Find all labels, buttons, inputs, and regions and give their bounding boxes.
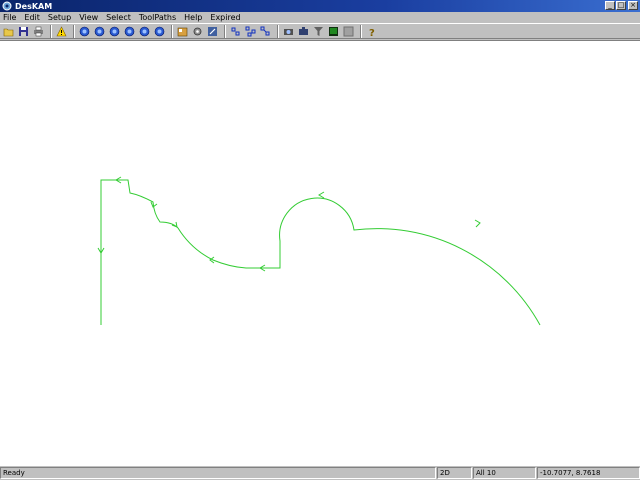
menu-select[interactable]: Select bbox=[102, 12, 135, 23]
status-bar: Ready 2D All 10 -10.7077, 8.7618 bbox=[0, 466, 640, 480]
status-message: Ready bbox=[0, 467, 436, 479]
close-button[interactable]: × bbox=[628, 1, 638, 10]
title-bar[interactable]: DesKAM _ □ × bbox=[0, 0, 640, 12]
toolbar-separator bbox=[73, 24, 75, 38]
help-icon[interactable]: ? bbox=[365, 25, 378, 38]
menu-setup[interactable]: Setup bbox=[44, 12, 75, 23]
menu-expired[interactable]: Expired bbox=[206, 12, 244, 23]
toolpath-contour[interactable] bbox=[100, 179, 541, 326]
toolbar-separator bbox=[360, 24, 362, 38]
zoom-prev-icon[interactable] bbox=[138, 25, 151, 38]
zoom-out-icon[interactable] bbox=[93, 25, 106, 38]
status-coordinates: -10.7077, 8.7618 bbox=[537, 467, 640, 479]
toolbar: ? bbox=[0, 23, 640, 39]
select-point-icon[interactable] bbox=[229, 25, 242, 38]
minimize-button[interactable]: _ bbox=[605, 1, 615, 10]
menu-view[interactable]: View bbox=[75, 12, 102, 23]
toolbar-separator bbox=[171, 24, 173, 38]
maximize-button[interactable]: □ bbox=[616, 1, 626, 10]
svg-text:?: ? bbox=[369, 28, 375, 37]
toolbar-separator bbox=[50, 24, 52, 38]
warning-icon[interactable] bbox=[55, 25, 68, 38]
grid-icon[interactable] bbox=[342, 25, 355, 38]
menu-help[interactable]: Help bbox=[180, 12, 206, 23]
menu-toolpaths[interactable]: ToolPaths bbox=[135, 12, 180, 23]
toolbar-separator bbox=[277, 24, 279, 38]
select-chain-icon[interactable] bbox=[244, 25, 257, 38]
print-icon[interactable] bbox=[32, 25, 45, 38]
zoom-window-icon[interactable] bbox=[108, 25, 121, 38]
select-all-icon[interactable] bbox=[259, 25, 272, 38]
toolpath-drawing[interactable] bbox=[0, 41, 640, 467]
machine-icon[interactable] bbox=[206, 25, 219, 38]
simulate-icon[interactable] bbox=[297, 25, 310, 38]
drawing-canvas[interactable] bbox=[0, 40, 640, 466]
zoom-all-icon[interactable] bbox=[123, 25, 136, 38]
zoom-in-icon[interactable] bbox=[78, 25, 91, 38]
status-selection: All 10 bbox=[473, 467, 536, 479]
status-mode: 2D bbox=[437, 467, 472, 479]
settings-icon[interactable] bbox=[191, 25, 204, 38]
window-title: DesKAM bbox=[15, 1, 53, 11]
direction-arrows bbox=[97, 176, 481, 272]
window-controls: _ □ × bbox=[604, 1, 638, 10]
save-icon[interactable] bbox=[17, 25, 30, 38]
camera-icon[interactable] bbox=[282, 25, 295, 38]
menu-bar: File Edit Setup View Select ToolPaths He… bbox=[0, 12, 640, 23]
menu-edit[interactable]: Edit bbox=[20, 12, 44, 23]
filter-icon[interactable] bbox=[312, 25, 325, 38]
toolbar-separator bbox=[224, 24, 226, 38]
layers-icon[interactable] bbox=[327, 25, 340, 38]
open-folder-icon[interactable] bbox=[2, 25, 15, 38]
menu-file[interactable]: File bbox=[0, 12, 20, 23]
app-icon bbox=[2, 1, 12, 11]
tool-library-icon[interactable] bbox=[176, 25, 189, 38]
app-window: DesKAM _ □ × File Edit Setup View Select… bbox=[0, 0, 640, 480]
zoom-extents-icon[interactable] bbox=[153, 25, 166, 38]
